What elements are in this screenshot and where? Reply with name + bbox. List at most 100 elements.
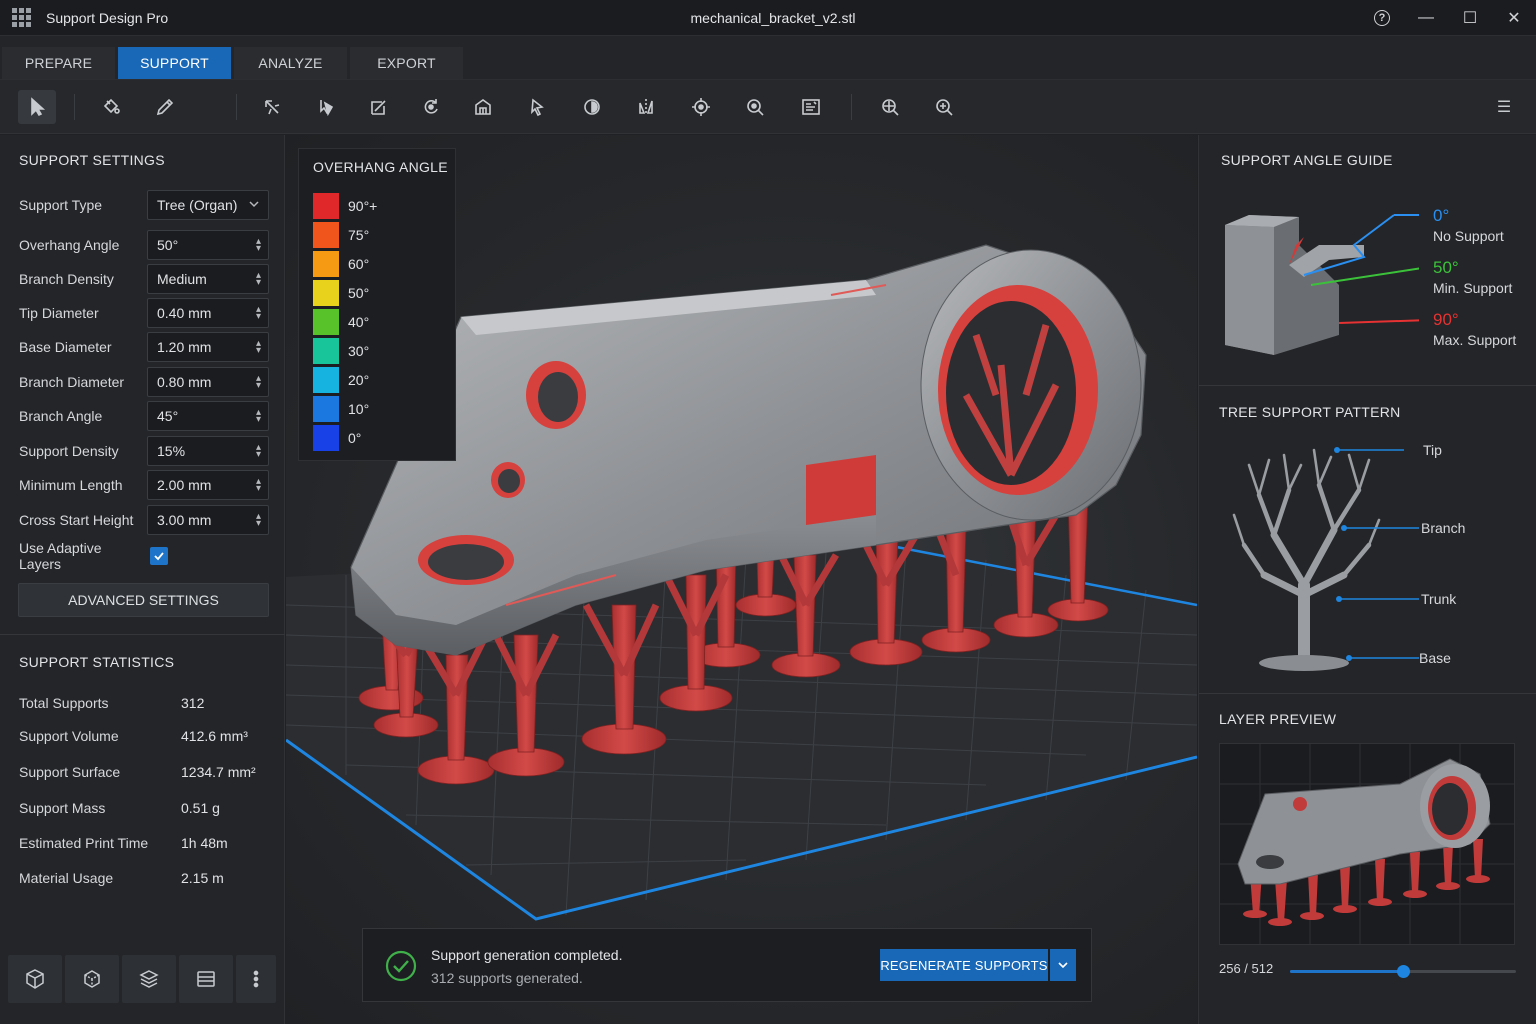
branch-diameter-spinner[interactable]: 0.80 mm ▴ ▾ [147,367,269,397]
zoom-in-button[interactable] [925,90,963,124]
setting-support-density: Support Density 15% ▴ ▾ [19,436,269,466]
setting-value: 2.00 mm [157,477,212,493]
legend-label: 50° [348,285,370,301]
stat-label: Total Supports [19,695,109,711]
legend-label: 60° [348,256,370,272]
tip-diameter-spinner[interactable]: 0.40 mm ▴ ▾ [147,298,269,328]
status-detail: 312 supports generated. [431,970,583,986]
report-tool-button[interactable] [792,90,830,124]
regenerate-supports-button[interactable]: REGENERATE SUPPORTS [880,949,1048,981]
inspect-icon [747,99,764,116]
layer-slider[interactable] [1290,965,1516,978]
support-statistics-title: SUPPORT STATISTICS [19,654,175,670]
legend-item: 60° [313,251,443,277]
branch-density-spinner[interactable]: Medium ▴ ▾ [147,264,269,294]
zoom-in-icon [936,99,953,116]
base-diameter-spinner[interactable]: 1.20 mm ▴ ▾ [147,332,269,362]
document-title: mechanical_bracket_v2.stl [690,9,856,26]
setting-support-type: Support Type Tree (Organ) [19,190,269,220]
spinner-arrows-icon[interactable]: ▴ ▾ [256,237,261,254]
help-icon: ? [1374,10,1390,26]
maximize-button[interactable]: ☐ [1448,0,1492,36]
mirror-tool-button[interactable] [627,90,665,124]
support-type-dropdown[interactable]: Tree (Organ) [147,190,269,220]
close-button[interactable]: ✕ [1492,0,1536,36]
spinner-arrows-icon[interactable]: ▴ ▾ [256,408,261,425]
cursor-arrow-icon [31,97,46,117]
stat-value: 1234.7 mm² [181,764,256,780]
tree-pattern-title: TREE SUPPORT PATTERN [1219,404,1401,420]
legend-item: 90°+ [313,193,443,219]
auto-support-button[interactable] [253,90,291,124]
spinner-arrows-icon[interactable]: ▴ ▾ [256,374,261,391]
status-message: Support generation completed. [431,947,623,963]
legend-item: 30° [313,338,443,364]
layer-slider-thumb[interactable] [1397,965,1410,978]
minimum-length-spinner[interactable]: 2.00 mm ▴ ▾ [147,470,269,500]
spinner-arrows-icon[interactable]: ▴ ▾ [256,305,261,322]
report-icon [802,99,820,115]
angle-value: 50° [1433,258,1459,277]
adaptive-layers-checkbox[interactable] [150,547,168,565]
stat-value: 312 [181,695,205,711]
layers-icon [139,970,159,988]
tree-support-diagram [1232,447,1419,671]
tree-part-label: Branch [1421,520,1466,536]
tab-analyze[interactable]: ANALYZE [234,47,347,79]
setting-value: 45° [157,408,179,424]
orient-tool-button[interactable] [682,90,720,124]
spinner-arrows-icon[interactable]: ▴ ▾ [256,339,261,356]
move-support-button[interactable] [518,90,556,124]
3d-viewport[interactable]: OVERHANG ANGLE 90°+ 75° 60° 50° 40° 30° … [286,135,1197,1024]
spinner-arrows-icon[interactable]: ▴ ▾ [256,271,261,288]
advanced-settings-button[interactable]: ADVANCED SETTINGS [18,583,269,617]
help-button[interactable]: ? [1360,0,1404,36]
tree-part-label: Base [1419,650,1451,666]
legend-swatch [313,425,339,451]
main-tabs: PREPARE SUPPORT ANALYZE EXPORT [0,36,1536,80]
app-logo-icon [12,8,32,28]
cube-view-button[interactable] [8,955,62,1003]
legend-label: 90°+ [348,198,378,214]
toolbar-menu-button[interactable]: ☰ [1485,90,1523,124]
tab-export[interactable]: EXPORT [350,47,463,79]
spinner-arrows-icon[interactable]: ▴ ▾ [256,443,261,460]
layers-view-button[interactable] [122,955,176,1003]
stat-label: Support Surface [19,764,121,780]
legend-swatch [313,367,339,393]
setting-value: 50° [157,237,179,253]
block-support-button[interactable] [464,90,502,124]
island-detect-button[interactable] [573,90,611,124]
select-tool-button[interactable] [18,90,56,124]
spinner-arrows-icon[interactable]: ▴ ▾ [256,477,261,494]
setting-value: 3.00 mm [157,512,212,528]
tree-part-label: Tip [1423,442,1442,458]
paint-support-button[interactable] [92,90,130,124]
slices-view-button[interactable] [179,955,233,1003]
regenerate-options-button[interactable] [1050,949,1076,981]
rotate-tool-button[interactable] [412,90,450,124]
branch-angle-spinner[interactable]: 45° ▴ ▾ [147,401,269,431]
iso-view-icon [84,970,100,988]
trim-tool-button[interactable] [360,90,398,124]
title-bar: Support Design Pro mechanical_bracket_v2… [0,0,1536,36]
slices-icon [197,971,215,987]
setting-minimum-length: Minimum Length 2.00 mm ▴ ▾ [19,470,269,500]
spinner-arrows-icon[interactable]: ▴ ▾ [256,512,261,529]
iso-view-button[interactable] [65,955,119,1003]
pencil-tool-button[interactable] [146,90,184,124]
tab-prepare[interactable]: PREPARE [2,47,115,79]
zoom-extents-button[interactable] [871,90,909,124]
view-mode-buttons [8,955,276,1003]
setting-tip-diameter: Tip Diameter 0.40 mm ▴ ▾ [19,298,269,328]
place-support-button[interactable] [307,90,345,124]
inspect-tool-button[interactable] [736,90,774,124]
support-density-spinner[interactable]: 15% ▴ ▾ [147,436,269,466]
overhang-angle-spinner[interactable]: 50° ▴ ▾ [147,230,269,260]
angle-guide-diagram [1225,214,1419,355]
trim-icon [371,100,386,115]
more-options-button[interactable] [236,955,276,1003]
tab-support[interactable]: SUPPORT [118,47,231,79]
minimize-button[interactable]: — [1404,0,1448,36]
cross-start-height-spinner[interactable]: 3.00 mm ▴ ▾ [147,505,269,535]
